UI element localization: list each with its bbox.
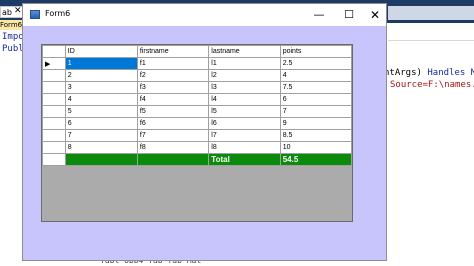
top-left-header-cell[interactable] — [42, 45, 66, 58]
grid-table: ID firstname lastname points ▶ 1 f1 l1 2… — [42, 45, 353, 166]
table-row[interactable]: 7 f7 l7 8.5 — [42, 129, 353, 142]
cell-firstname[interactable]: f7 — [136, 129, 210, 142]
table-row[interactable]: 3 f3 l3 7.5 — [42, 81, 353, 94]
table-row[interactable]: 2 f2 l2 4 — [42, 69, 353, 82]
code-line: Source=F:\names. — [390, 80, 474, 90]
ide-document-tab-label: ab — [2, 8, 12, 17]
cell-lastname[interactable]: l7 — [208, 129, 281, 142]
header-row: ID firstname lastname points — [42, 45, 353, 58]
column-header-id[interactable]: ID — [64, 45, 138, 58]
cell-points[interactable]: 9 — [279, 117, 353, 130]
maximize-button[interactable]: ☐ — [335, 4, 363, 26]
code-line: Publ — [2, 44, 24, 54]
ide-code-editor[interactable] — [388, 23, 474, 266]
cell-firstname[interactable]: f1 — [136, 57, 210, 70]
form6-window: Form6 — ☐ ✕ ID firstname lastname points… — [22, 3, 387, 261]
cell-total-id[interactable] — [64, 153, 138, 166]
table-row[interactable]: 8 f8 l8 10 — [42, 141, 353, 154]
cell-lastname[interactable]: l3 — [208, 81, 281, 94]
cell-points[interactable]: 6 — [279, 93, 353, 106]
total-row[interactable]: Total 54.5 — [42, 153, 353, 166]
cell-points[interactable]: 8.5 — [279, 129, 353, 142]
cell-lastname[interactable]: l6 — [208, 117, 281, 130]
code-line: ntArgs) Handles My — [384, 68, 474, 78]
total-label[interactable]: Total — [208, 153, 281, 166]
table-row[interactable]: 4 f4 l4 6 — [42, 93, 353, 106]
data-grid-view[interactable]: ID firstname lastname points ▶ 1 f1 l1 2… — [41, 44, 353, 222]
row-header[interactable] — [42, 153, 66, 166]
row-header[interactable] — [42, 117, 66, 130]
cell-firstname[interactable]: f3 — [136, 81, 210, 94]
cell-lastname[interactable]: l1 — [208, 57, 281, 70]
row-header[interactable] — [42, 69, 66, 82]
row-header[interactable] — [42, 129, 66, 142]
cell-id[interactable]: 2 — [64, 69, 138, 82]
column-header-firstname[interactable]: firstname — [136, 45, 210, 58]
cell-firstname[interactable]: f8 — [136, 141, 210, 154]
row-header[interactable] — [42, 81, 66, 94]
column-header-points[interactable]: points — [279, 45, 353, 58]
row-header[interactable] — [42, 105, 66, 118]
cell-points[interactable]: 7 — [279, 105, 353, 118]
cell-id[interactable]: 8 — [64, 141, 138, 154]
cell-firstname[interactable]: f2 — [136, 69, 210, 82]
table-row[interactable]: ▶ 1 f1 l1 2.5 — [42, 57, 353, 70]
column-header-lastname[interactable]: lastname — [208, 45, 281, 58]
ide-right-tab-strip — [388, 6, 474, 20]
cell-points[interactable]: 7.5 — [279, 81, 353, 94]
minimize-button[interactable]: — — [305, 4, 333, 26]
code-line: Impo — [2, 32, 24, 42]
table-row[interactable]: 5 f5 l5 7 — [42, 105, 353, 118]
cell-id[interactable]: 5 — [64, 105, 138, 118]
cell-id[interactable]: 4 — [64, 93, 138, 106]
row-header[interactable] — [42, 141, 66, 154]
cell-firstname[interactable]: f6 — [136, 117, 210, 130]
total-value[interactable]: 54.5 — [279, 153, 353, 166]
cell-points[interactable]: 10 — [279, 141, 353, 154]
cell-id[interactable]: 1 — [64, 57, 138, 70]
table-row[interactable]: 6 f6 l6 9 — [42, 117, 353, 130]
cell-lastname[interactable]: l8 — [208, 141, 281, 154]
form-icon — [30, 10, 40, 19]
close-icon[interactable]: ✕ — [14, 6, 22, 16]
cell-lastname[interactable]: l2 — [208, 69, 281, 82]
row-header[interactable] — [42, 93, 66, 106]
cell-total-firstname[interactable] — [136, 153, 210, 166]
cell-points[interactable]: 4 — [279, 69, 353, 82]
cell-id[interactable]: 3 — [64, 81, 138, 94]
window-title: Form6 — [45, 9, 71, 18]
title-bar[interactable]: Form6 — ☐ ✕ — [23, 4, 386, 26]
cell-lastname[interactable]: l5 — [208, 105, 281, 118]
cell-points[interactable]: 2.5 — [279, 57, 353, 70]
cell-lastname[interactable]: l4 — [208, 93, 281, 106]
divider — [388, 40, 474, 41]
ide-file-tab[interactable]: Form6 — [0, 20, 24, 30]
cell-id[interactable]: 7 — [64, 129, 138, 142]
cell-id[interactable]: 6 — [64, 117, 138, 130]
cell-firstname[interactable]: f5 — [136, 105, 210, 118]
cell-firstname[interactable]: f4 — [136, 93, 210, 106]
close-button[interactable]: ✕ — [361, 4, 389, 26]
row-header-current[interactable]: ▶ — [42, 57, 66, 70]
